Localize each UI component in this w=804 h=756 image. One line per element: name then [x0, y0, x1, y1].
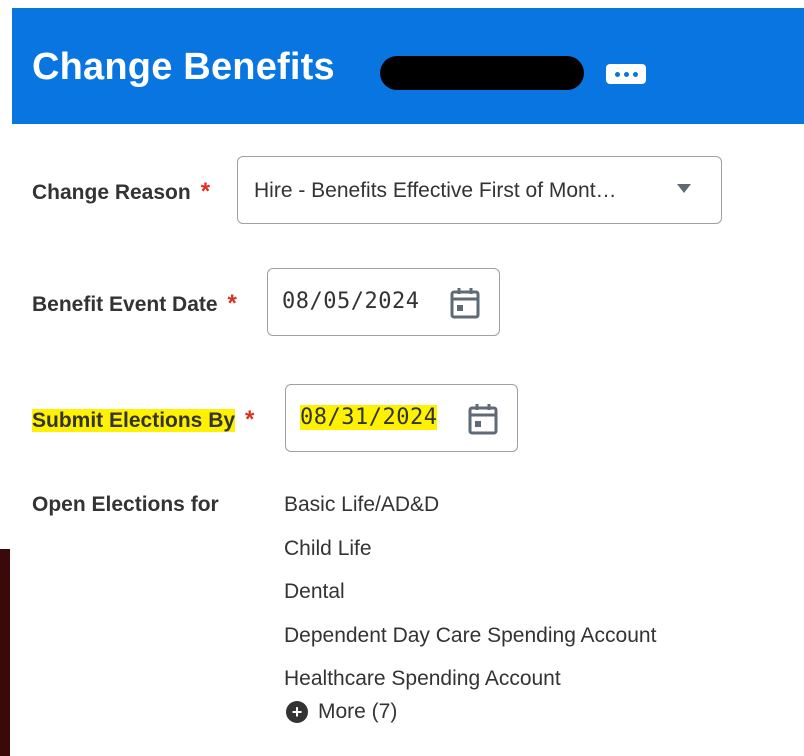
list-item: Basic Life/AD&D — [284, 493, 440, 516]
related-actions-button[interactable] — [606, 64, 646, 84]
page-title: Change Benefits — [32, 46, 335, 88]
calendar-icon[interactable] — [449, 286, 481, 320]
required-asterisk: * — [227, 290, 237, 317]
submit-elections-by-input[interactable]: 08/31/2024 — [285, 384, 518, 452]
open-elections-label: Open Elections for — [32, 493, 219, 516]
benefit-event-date-value: 08/05/2024 — [282, 289, 420, 314]
calendar-icon[interactable] — [467, 402, 499, 436]
open-elections-list: Basic Life/AD&D Child Life Dental Depend… — [284, 492, 656, 710]
benefit-event-date-label: Benefit Event Date * — [32, 290, 237, 317]
show-more-button[interactable]: + More (7) — [286, 700, 397, 724]
list-item: Dependent Day Care Spending Account — [284, 623, 657, 647]
page-header: Change Benefits — [12, 8, 804, 124]
ellipsis-icon — [614, 71, 620, 77]
benefit-event-date-input[interactable]: 08/05/2024 — [267, 268, 500, 336]
change-reason-select[interactable]: Hire - Benefits Effective First of Mont… — [237, 156, 722, 224]
plus-circle-icon: + — [286, 701, 308, 723]
submit-elections-by-value: 08/31/2024 — [300, 405, 438, 430]
required-asterisk: * — [200, 178, 211, 205]
left-edge-strip — [0, 549, 10, 756]
caret-down-icon — [677, 184, 691, 193]
change-reason-value: Hire - Benefits Effective First of Mont… — [254, 179, 617, 202]
list-item: Dental — [284, 580, 345, 603]
list-item: Child Life — [284, 536, 372, 560]
submit-elections-by-label: Submit Elections By * — [32, 406, 255, 433]
show-more-label: More (7) — [318, 700, 398, 723]
change-reason-label: Change Reason * — [32, 178, 211, 205]
redacted-name-block — [380, 56, 584, 90]
required-asterisk: * — [245, 406, 255, 433]
